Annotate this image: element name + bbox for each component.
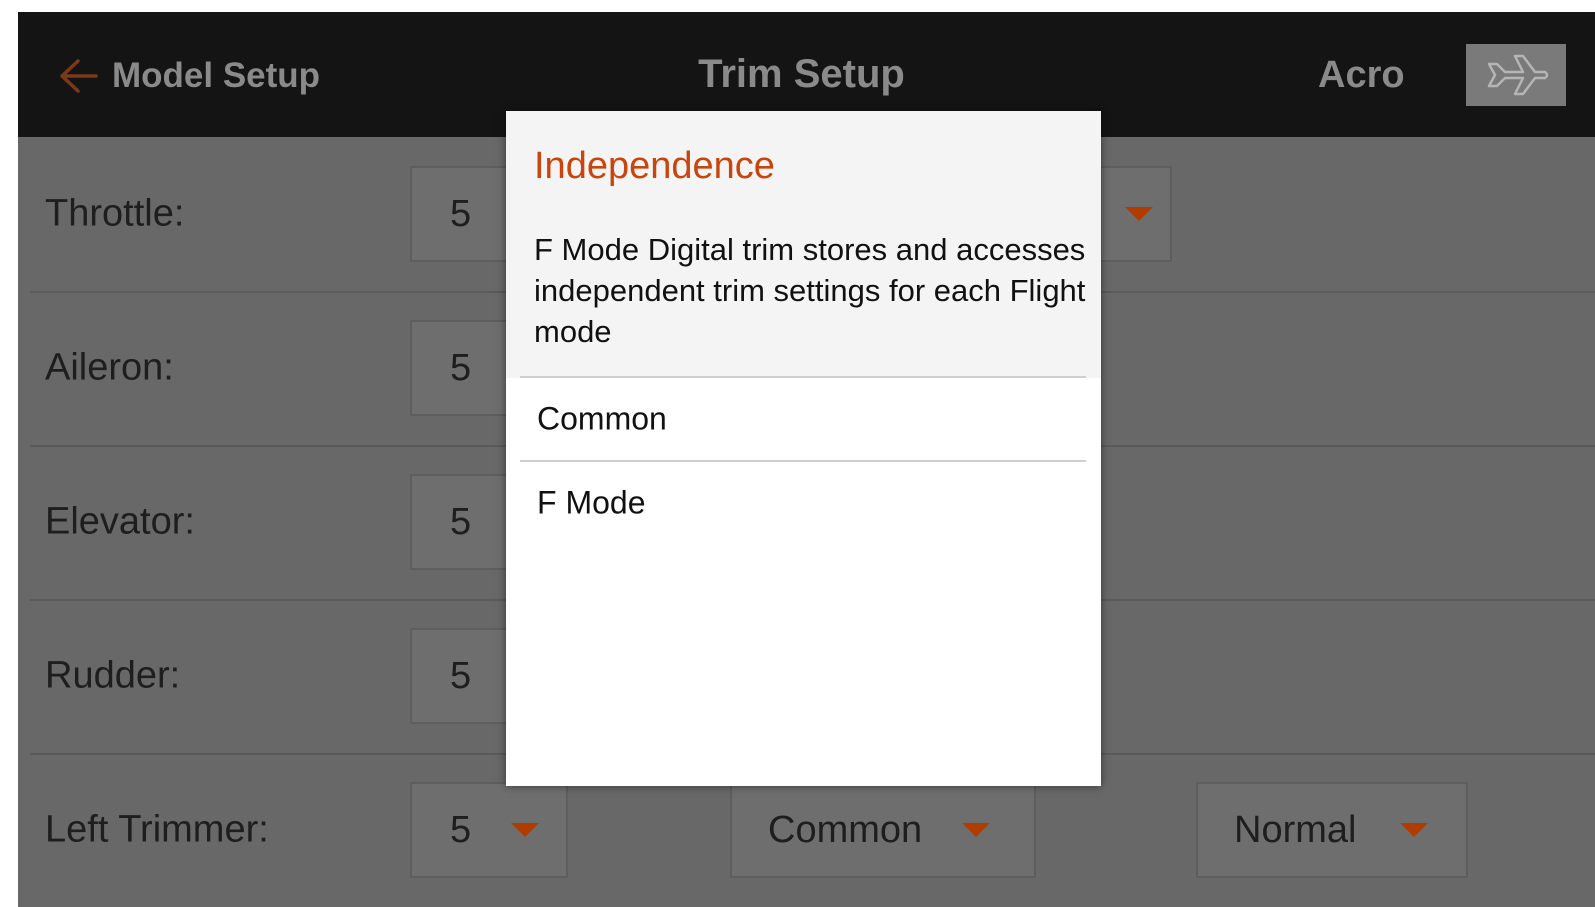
dialog-title: Independence	[534, 145, 775, 187]
option-label: F Mode	[537, 484, 646, 521]
option-common[interactable]: Common	[520, 379, 1086, 459]
airplane-icon[interactable]	[1466, 44, 1566, 106]
trim-direction-value: Normal	[1234, 808, 1357, 851]
trim-direction-select[interactable]: Normal	[1196, 782, 1468, 878]
option-f-mode[interactable]: F Mode	[520, 463, 1086, 543]
device-screen: Model Setup Trim Setup Acro Throttle: 5 …	[18, 12, 1595, 907]
trim-step-value: 5	[450, 346, 472, 389]
chevron-down-icon	[511, 823, 540, 837]
row-label: Aileron:	[45, 346, 174, 389]
chevron-down-icon	[962, 823, 991, 837]
row-label: Rudder:	[45, 654, 181, 697]
row-label: Left Trimmer:	[45, 808, 269, 851]
dialog-header: Independence F Mode Digital trim stores …	[506, 111, 1101, 378]
divider	[520, 376, 1086, 378]
independence-dialog: Independence F Mode Digital trim stores …	[506, 111, 1101, 786]
chevron-down-icon	[1125, 207, 1153, 221]
trim-type-value: Common	[768, 808, 923, 851]
dialog-description: F Mode Digital trim stores and accesses …	[534, 232, 1086, 349]
trim-type-select[interactable]: Common	[730, 782, 1036, 878]
divider	[520, 460, 1086, 462]
trim-step-value: 5	[450, 500, 472, 543]
row-label: Elevator:	[45, 500, 195, 543]
option-label: Common	[537, 400, 667, 437]
trim-step-value: 5	[450, 192, 472, 235]
flight-mode-label: Acro	[1318, 54, 1405, 96]
chevron-down-icon	[1400, 823, 1429, 837]
trim-step-value: 5	[450, 808, 472, 851]
row-label: Throttle:	[45, 192, 185, 235]
trim-step-select[interactable]: 5	[410, 782, 568, 878]
trim-step-value: 5	[450, 654, 472, 697]
